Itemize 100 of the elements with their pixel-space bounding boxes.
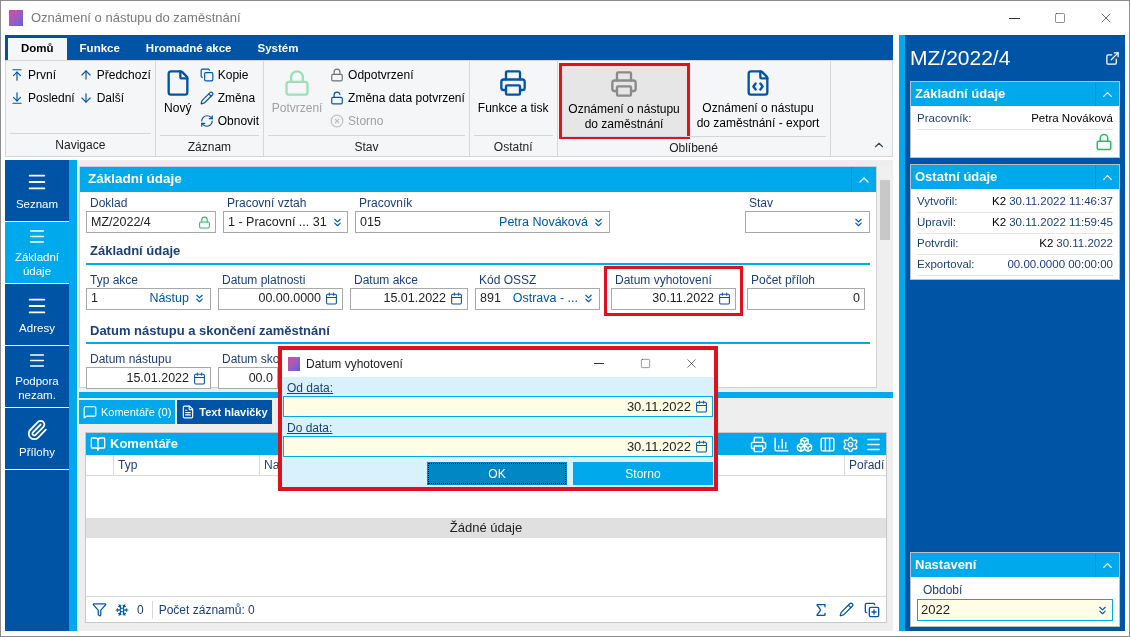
calendar-icon — [450, 292, 463, 305]
calendar-icon — [695, 400, 708, 413]
ribbon-button[interactable]: První — [10, 65, 75, 85]
date-field[interactable]: 00.00.0000 — [218, 287, 343, 310]
pencil-icon[interactable] — [839, 601, 854, 617]
popout-icon[interactable] — [1105, 50, 1120, 66]
field-label: Typ akce — [89, 271, 140, 288]
ribbon-tab[interactable]: Funkce — [66, 38, 133, 60]
cancel-icon — [330, 114, 345, 128]
date-field[interactable]: 30.11.2022 — [611, 287, 736, 310]
field-label: Stav — [748, 195, 774, 211]
user-code: K2 — [992, 215, 1007, 231]
lock-icon — [283, 69, 312, 97]
ribbon-group-label: Záznam — [159, 135, 260, 158]
info-label: Upravil: — [917, 215, 956, 231]
info-label: Vytvořil: — [917, 194, 958, 210]
calendar-icon — [193, 371, 206, 385]
field-label: Od data: — [286, 380, 335, 396]
column-header[interactable]: Typ — [114, 455, 260, 475]
dropdown-field[interactable]: 1 Nástup — [86, 287, 211, 310]
chart-icon[interactable] — [773, 435, 790, 453]
column-header[interactable]: Pořadí — [844, 455, 886, 475]
dropdown-field[interactable]: 015 Petra Nováková — [355, 211, 610, 233]
filtered-count: 0 — [137, 601, 144, 619]
field-label: Počet příloh — [750, 271, 817, 288]
panel-title: Nastavení — [915, 556, 977, 575]
ribbon-large-button[interactable]: Funkce a tisk — [473, 65, 553, 135]
window-title: Oznámení o nástupu do zaměstnání — [31, 9, 241, 28]
arrow-down-bar-icon — [10, 91, 24, 105]
date-field[interactable]: 30.11.2022 — [283, 436, 713, 457]
ribbon-group-label: Stav — [268, 135, 465, 158]
field-label: Doklad — [89, 195, 129, 211]
date-field[interactable]: 15.01.2022 — [350, 287, 468, 310]
columns-icon[interactable] — [819, 435, 836, 453]
date-field[interactable]: 15.01.2022 — [86, 367, 211, 389]
app-logo-icon — [9, 10, 23, 26]
calendar-icon — [718, 292, 731, 305]
copy-icon — [199, 68, 214, 82]
add-record-icon[interactable] — [864, 601, 880, 618]
ribbon-tab[interactable]: Systém — [244, 38, 312, 60]
empty-message: Žádné údaje — [86, 518, 886, 538]
ribbon-large-button[interactable]: Oznámení o nástupu do zaměstnání — [561, 66, 687, 136]
dropdown-field[interactable] — [745, 211, 870, 233]
dialog-title: Datum vyhotovení — [306, 355, 403, 373]
ribbon-button[interactable]: Další — [78, 88, 151, 108]
app-logo-icon — [288, 356, 300, 371]
calendar-icon — [325, 292, 338, 305]
ribbon-button[interactable]: Obnovit — [199, 111, 260, 131]
pencil-icon — [199, 91, 214, 105]
boxes-icon[interactable] — [796, 435, 813, 453]
info-value: 30.11.2022 11:59:45 — [1009, 215, 1113, 231]
filter-icon[interactable] — [92, 602, 107, 617]
snowflake-icon[interactable] — [115, 602, 129, 617]
comment-icon — [83, 405, 97, 419]
book-icon — [90, 436, 106, 452]
field-label: Datum nástupu — [89, 351, 173, 367]
ribbon-large-button[interactable]: Nový — [159, 65, 196, 135]
printer-icon — [499, 69, 528, 97]
info-value: Petra Nováková — [1031, 111, 1113, 127]
ribbon-button[interactable]: Poslední — [10, 88, 75, 108]
input-field[interactable]: 00.0 — [218, 367, 278, 389]
dropdown-field[interactable]: 891 Ostrava - ... — [475, 287, 600, 310]
refresh-icon — [199, 114, 214, 128]
ribbon-button[interactable]: Odpotvrzení — [330, 65, 465, 85]
field-label: Do data: — [286, 420, 334, 436]
paperclip-icon — [26, 418, 48, 441]
ribbon-button[interactable]: Změna — [199, 88, 260, 108]
record-title: MZ/2022/4 — [910, 45, 1011, 72]
sigma-icon[interactable] — [813, 601, 829, 618]
ribbon-group-label: Navigace — [10, 133, 151, 156]
panel-title: Základní údaje — [88, 170, 182, 189]
field-label: Období — [922, 582, 964, 599]
record-count: Počet záznamů: 0 — [151, 600, 255, 619]
tab[interactable]: Text hlavičky — [177, 400, 272, 424]
info-label: Exportoval: — [917, 257, 975, 273]
dropdown-field[interactable]: 2022 — [917, 599, 1113, 621]
ribbon-large-button[interactable]: Oznámení o nástupu do zaměstnání - export — [690, 65, 826, 135]
ribbon-button[interactable]: Změna data potvrzení — [330, 88, 465, 108]
printer-icon[interactable] — [750, 435, 767, 453]
field-label: Pracovní vztah — [226, 195, 308, 211]
ribbon-tab[interactable]: Domů — [8, 38, 67, 60]
panel-title: Ostatní údaje — [915, 168, 998, 187]
info-value: 30.11.2022 — [1056, 236, 1113, 252]
field-label: Datum akce — [353, 271, 420, 288]
dialog-button[interactable]: OK — [427, 462, 567, 485]
input-field[interactable]: MZ/2022/4 — [86, 211, 216, 233]
ribbon-button[interactable]: Předchozí — [78, 65, 151, 85]
panel-title: Základní údaje — [915, 85, 1006, 104]
field-label: Kód OSSZ — [478, 271, 538, 288]
settings-icon[interactable] — [842, 435, 859, 453]
ribbon-button[interactable]: Kopie — [199, 65, 260, 85]
ribbon-tab[interactable]: Hromadné akce — [132, 38, 245, 60]
minimize-icon — [1008, 17, 1020, 19]
minimize-icon — [594, 363, 604, 364]
section-heading: Datum nástupu a skončení zaměstnání — [86, 314, 870, 344]
field-label: Datum vyhotovení — [614, 271, 713, 288]
dropdown-field[interactable]: 1 - Pracovní ... 31 — [223, 211, 348, 233]
input-field[interactable]: 0 — [747, 287, 865, 310]
date-field[interactable]: 30.11.2022 — [283, 396, 713, 417]
info-label: Potvrdil: — [917, 236, 959, 252]
